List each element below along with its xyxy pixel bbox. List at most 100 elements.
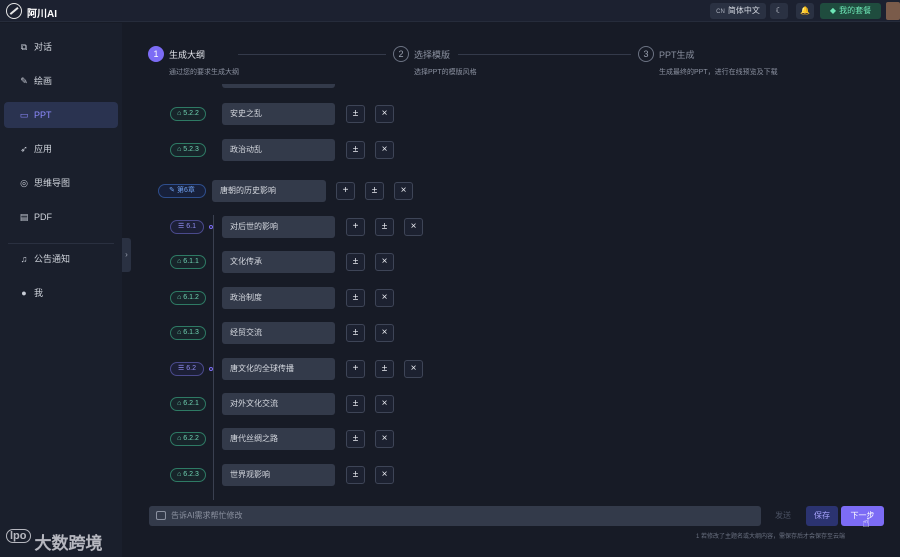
delete-button[interactable]: × <box>404 360 423 378</box>
insert-button[interactable]: ± <box>346 395 365 413</box>
section-tag: ☰ 6.2 <box>170 362 204 376</box>
sidebar-item-label: 绘画 <box>34 76 53 86</box>
outline-title-field[interactable]: 世界观影响 <box>222 464 335 486</box>
watermark-text: 大数跨境 <box>34 534 103 553</box>
step-description: 生成最终的PPT，进行在线预览及下载 <box>659 69 778 76</box>
insert-button[interactable]: ± <box>346 105 365 123</box>
chapter-tag: ✎ 第6章 <box>158 184 206 198</box>
outline-title-field[interactable]: 政治制度 <box>222 287 335 309</box>
input-placeholder: 告诉AI需求帮忙修改 <box>171 511 243 520</box>
robot-icon <box>156 511 166 520</box>
sidebar-divider <box>8 243 114 244</box>
language-prefix: CN <box>716 9 725 15</box>
watermark: lpo 大数跨境 <box>6 529 103 554</box>
outline-section-row: ☰ 6.1 对后世的影响 + ± × <box>0 216 900 238</box>
outline-tag: ⌂ 6.1.3 <box>170 326 206 340</box>
outline-tag: ⌂ 6.2.3 <box>170 468 206 482</box>
outline-row: ⌂ 6.1.3 经贸交流 ± × <box>0 322 900 344</box>
app-logo-icon <box>6 3 22 19</box>
add-button[interactable]: + <box>336 182 355 200</box>
my-plan-label: 我的套餐 <box>839 6 872 15</box>
language-label: 简体中文 <box>727 6 760 15</box>
brush-icon: ✎ <box>20 76 28 86</box>
moon-icon: ☾ <box>775 6 783 15</box>
chapter-title-field[interactable]: 唐朝的历史影响 <box>212 180 326 202</box>
step-number: 1 <box>148 46 164 62</box>
delete-button[interactable]: × <box>375 430 394 448</box>
step-title: 生成大纲 <box>169 50 206 60</box>
delete-button[interactable]: × <box>375 395 394 413</box>
diamond-icon: ◆ <box>829 6 837 15</box>
outline-title-field[interactable]: 经贸交流 <box>222 322 335 344</box>
outline-tag: ⌂ 6.1.1 <box>170 255 206 269</box>
outline-row: ⌂ 5.2.2 安史之乱 ± × <box>0 103 900 125</box>
outline-row: ⌂ 6.2.2 唐代丝绸之路 ± × <box>0 428 900 450</box>
insert-button[interactable]: ± <box>375 360 394 378</box>
delete-button[interactable]: × <box>375 289 394 307</box>
outline-title-field[interactable]: 唐代丝绸之路 <box>222 428 335 450</box>
language-button[interactable]: CN 简体中文 <box>710 3 766 19</box>
delete-button[interactable]: × <box>375 253 394 271</box>
step-description: 选择PPT的模版风格 <box>414 69 477 76</box>
top-bar: 阿川AI CN 简体中文 ☾ 🔔 ◆ 我的套餐 <box>0 0 900 22</box>
outline-section-row: ☰ 6.2 唐文化的全球传播 + ± × <box>0 358 900 380</box>
delete-button[interactable]: × <box>394 182 413 200</box>
insert-button[interactable]: ± <box>346 289 365 307</box>
outline-title-field[interactable]: 对后世的影响 <box>222 216 335 238</box>
avatar[interactable] <box>886 2 900 20</box>
outline-row: ⌂ 6.2.1 对外文化交流 ± × <box>0 393 900 415</box>
tree-node-dot <box>209 225 213 229</box>
sidebar-item-label: 对话 <box>34 42 53 52</box>
outline-title-field[interactable]: 安史之乱 <box>222 103 335 125</box>
insert-button[interactable]: ± <box>346 253 365 271</box>
app-title: 阿川AI <box>27 9 57 20</box>
bell-icon: 🔔 <box>800 6 810 15</box>
insert-button[interactable]: ± <box>346 430 365 448</box>
step-description: 通过您的要求生成大纲 <box>169 69 239 76</box>
outline-tag: ⌂ 5.2.3 <box>170 143 206 157</box>
watermark-logo-icon: lpo <box>6 529 31 543</box>
step-number: 3 <box>638 46 654 62</box>
insert-button[interactable]: ± <box>346 141 365 159</box>
delete-button[interactable]: × <box>375 141 394 159</box>
ai-revision-input[interactable]: 告诉AI需求帮忙修改 <box>149 506 761 526</box>
outline-title-field[interactable]: 政治动乱 <box>222 139 335 161</box>
my-plan-button[interactable]: ◆ 我的套餐 <box>820 3 881 19</box>
step-number: 2 <box>393 46 409 62</box>
step-title: 选择模版 <box>414 50 451 60</box>
step-title: PPT生成 <box>659 50 695 60</box>
delete-button[interactable]: × <box>375 466 394 484</box>
notifications-button[interactable]: 🔔 <box>796 3 814 19</box>
outline-tag: ⌂ 5.2.2 <box>170 107 206 121</box>
outline-tag: ⌂ 6.1.2 <box>170 291 206 305</box>
theme-toggle-button[interactable]: ☾ <box>770 3 788 19</box>
tree-node-dot <box>209 367 213 371</box>
sidebar-item-drawing[interactable]: ✎ 绘画 <box>4 68 118 94</box>
insert-button[interactable]: ± <box>375 218 394 236</box>
add-button[interactable]: + <box>346 218 365 236</box>
delete-button[interactable]: × <box>375 324 394 342</box>
hand-cursor-icon: ☝ <box>862 515 870 530</box>
outline-row: ⌂ 6.1.2 政治制度 ± × <box>0 287 900 309</box>
delete-button[interactable]: × <box>375 105 394 123</box>
save-button[interactable]: 保存 <box>806 506 838 526</box>
sidebar-item-chat[interactable]: ⧉ 对话 <box>4 34 118 60</box>
send-button[interactable]: 发送 <box>765 506 801 526</box>
step-connector <box>458 54 631 55</box>
outline-title-field[interactable]: 对外文化交流 <box>222 393 335 415</box>
outline-chapter-row: ✎ 第6章 唐朝的历史影响 + ± × <box>0 180 900 202</box>
step-connector <box>238 54 386 55</box>
insert-button[interactable]: ± <box>346 466 365 484</box>
delete-button[interactable]: × <box>404 218 423 236</box>
chat-icon: ⧉ <box>20 42 28 52</box>
outline-title-field[interactable]: 唐文化的全球传播 <box>222 358 335 380</box>
section-tag: ☰ 6.1 <box>170 220 204 234</box>
insert-button[interactable]: ± <box>365 182 384 200</box>
add-button[interactable]: + <box>346 360 365 378</box>
outline-tag: ⌂ 6.2.2 <box>170 432 206 446</box>
outline-title-field[interactable]: 文化传承 <box>222 251 335 273</box>
outline-row: ⌂ 6.2.3 世界观影响 ± × <box>0 464 900 486</box>
insert-button[interactable]: ± <box>346 324 365 342</box>
outline-tag: ⌂ 6.2.1 <box>170 397 206 411</box>
save-hint: 1 若修改了主题名或大纲内容，需保存后才会保存至云端 <box>696 534 846 540</box>
